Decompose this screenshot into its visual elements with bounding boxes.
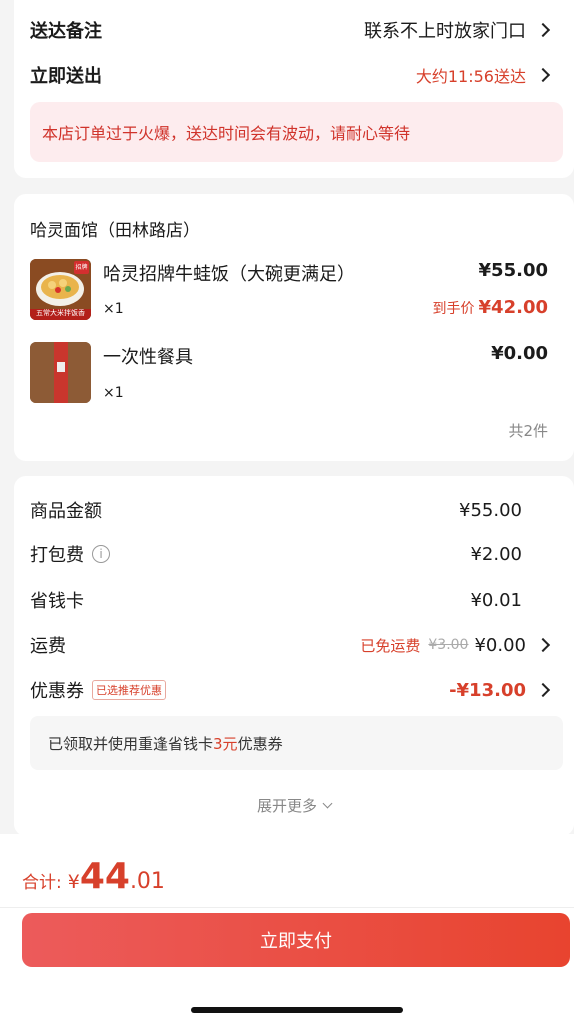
chevron-right-icon xyxy=(535,67,551,83)
savecard-value: ¥0.01 xyxy=(470,589,522,611)
divider xyxy=(0,907,574,908)
chevron-right-icon xyxy=(535,682,551,698)
chevron-right-icon xyxy=(535,637,551,653)
coupon-note: 已领取并使用重逢省钱卡 3元 优惠券 xyxy=(30,716,563,770)
order-total: 合计: ¥ 44 .01 xyxy=(22,856,165,897)
price-summary-card: 商品金额 ¥55.00 打包费 i ¥2.00 省钱卡 ¥0.01 运费 已免运… xyxy=(14,476,574,836)
info-icon[interactable]: i xyxy=(92,545,110,563)
final-price-value: ¥42.00 xyxy=(478,297,548,318)
order-card: 哈灵面馆（田林路店） 五常大米拌饭香 招牌 哈灵招牌牛蛙饭（大碗更满足） ×1 … xyxy=(14,194,574,461)
goods-amount-value: ¥55.00 xyxy=(459,499,522,521)
chevron-down-icon xyxy=(322,798,333,809)
coupon-tag: 已选推荐优惠 xyxy=(92,680,166,700)
utensils-thumbnail xyxy=(30,342,91,403)
thumbnail-stamp: 招牌 xyxy=(75,264,88,271)
item-name: 哈灵招牌牛蛙饭（大碗更满足） xyxy=(103,264,355,285)
item-price: ¥0.00 xyxy=(491,343,548,364)
item-price: ¥55.00 xyxy=(478,260,548,281)
coupon-label: 优惠券 xyxy=(30,681,84,702)
goods-amount-row: 商品金额 ¥55.00 xyxy=(30,496,548,524)
final-price-label: 到手价 xyxy=(432,301,475,317)
shipping-free-label: 已免运费 xyxy=(360,636,421,655)
shipping-value: ¥0.00 xyxy=(474,634,526,656)
item-quantity: ×1 xyxy=(103,385,124,401)
delivery-time-value: 大约11:56送达 xyxy=(415,67,526,86)
goods-amount-label: 商品金额 xyxy=(30,501,102,522)
expand-more-button[interactable]: 展开更多 xyxy=(14,795,574,816)
total-label: 合计: xyxy=(22,873,62,893)
expand-more-label: 展开更多 xyxy=(256,797,317,815)
shipping-row[interactable]: 运费 已免运费 ¥3.00 ¥0.00 xyxy=(30,631,551,659)
food-thumbnail: 五常大米拌饭香 招牌 xyxy=(30,259,91,320)
coupon-note-amount: 3元 xyxy=(213,734,238,753)
chevron-right-icon xyxy=(535,22,551,38)
home-indicator xyxy=(191,1007,403,1013)
item-count: 共2件 xyxy=(508,422,548,440)
total-currency: ¥ xyxy=(67,871,80,893)
pay-now-button[interactable]: 立即支付 xyxy=(22,913,570,967)
delivery-note-value: 联系不上时放家门口 xyxy=(364,21,526,42)
savecard-label: 省钱卡 xyxy=(30,591,84,612)
coupon-value: -¥13.00 xyxy=(449,679,526,701)
item-quantity: ×1 xyxy=(103,301,124,317)
delivery-time-row[interactable]: 立即送出 大约11:56送达 xyxy=(30,61,551,89)
delivery-card: 送达备注 联系不上时放家门口 立即送出 大约11:56送达 本店订单过于火爆，送… xyxy=(14,0,574,178)
delivery-note-label: 送达备注 xyxy=(30,21,102,42)
shipping-original-price: ¥3.00 xyxy=(428,637,469,653)
coupon-note-suffix: 优惠券 xyxy=(237,734,283,753)
coupon-row[interactable]: 优惠券 已选推荐优惠 -¥13.00 xyxy=(30,676,551,704)
coupon-note-prefix: 已领取并使用重逢省钱卡 xyxy=(48,734,214,753)
packing-fee-row: 打包费 i ¥2.00 xyxy=(30,540,548,568)
delivery-notice: 本店订单过于火爆，送达时间会有波动，请耐心等待 xyxy=(30,102,563,162)
packing-fee-value: ¥2.00 xyxy=(470,543,522,565)
total-decimal: .01 xyxy=(129,869,165,894)
thumbnail-badge: 五常大米拌饭香 xyxy=(36,309,85,317)
savecard-row: 省钱卡 ¥0.01 xyxy=(30,586,548,614)
item-name: 一次性餐具 xyxy=(103,347,193,368)
shipping-label: 运费 xyxy=(30,636,66,657)
packing-fee-label: 打包费 xyxy=(30,545,84,566)
delivery-time-label: 立即送出 xyxy=(30,66,102,87)
store-name: 哈灵面馆（田林路店） xyxy=(30,221,200,241)
delivery-note-row[interactable]: 送达备注 联系不上时放家门口 xyxy=(30,16,551,44)
item-final-price: 到手价 ¥42.00 xyxy=(433,297,548,318)
total-integer: 44 xyxy=(79,856,130,897)
